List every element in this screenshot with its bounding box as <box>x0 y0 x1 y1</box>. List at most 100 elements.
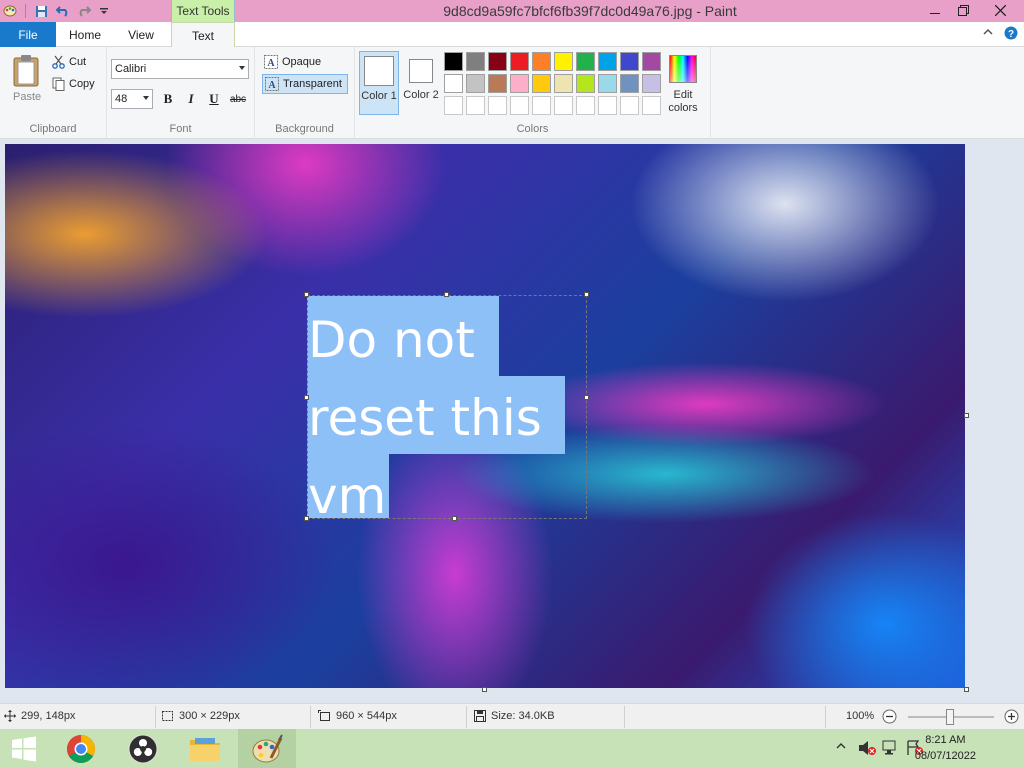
palette-swatch[interactable] <box>444 74 463 93</box>
selection-handle[interactable] <box>304 292 309 297</box>
transparent-option[interactable]: A Transparent <box>262 74 348 94</box>
selection-handle[interactable] <box>584 395 589 400</box>
palette-swatch[interactable] <box>598 74 617 93</box>
customize-quick-access-icon[interactable] <box>96 3 112 19</box>
palette-swatch[interactable] <box>466 52 485 71</box>
taskbar-paint[interactable] <box>238 729 296 768</box>
edit-colors-button[interactable]: Edit colors <box>665 53 705 117</box>
text-selection-box[interactable] <box>307 295 587 519</box>
palette-swatch[interactable] <box>488 52 507 71</box>
file-size-value: Size: 34.0KB <box>491 710 555 722</box>
custom-color-slot[interactable] <box>532 96 551 115</box>
palette-swatch[interactable] <box>554 74 573 93</box>
color2-button[interactable]: Color 2 <box>403 51 439 115</box>
selection-handle[interactable] <box>304 395 309 400</box>
image-size-icon <box>318 710 330 721</box>
zoom-slider-thumb[interactable] <box>946 709 954 725</box>
restore-button[interactable] <box>948 0 978 20</box>
palette-swatch[interactable] <box>642 52 661 71</box>
palette-swatch[interactable] <box>554 52 573 71</box>
custom-color-slot[interactable] <box>598 96 617 115</box>
taskbar-chrome[interactable] <box>52 729 110 768</box>
taskbar-file-explorer[interactable] <box>176 729 234 768</box>
tab-view[interactable]: View <box>116 22 166 47</box>
collapse-ribbon-icon[interactable] <box>982 26 994 43</box>
font-family-dropdown[interactable]: Calibri <box>111 59 249 79</box>
taskbar-clock[interactable]: 8:21 AM 08/07/12022 <box>915 732 976 764</box>
palette-swatch[interactable] <box>642 74 661 93</box>
show-hidden-icons-chevron[interactable] <box>836 740 846 754</box>
network-icon[interactable] <box>882 740 900 759</box>
palette-swatch[interactable] <box>620 52 639 71</box>
palette-swatch[interactable] <box>532 52 551 71</box>
canvas-resize-handle[interactable] <box>964 687 969 692</box>
color1-button[interactable]: Color 1 <box>359 51 399 115</box>
canvas-resize-handle[interactable] <box>964 413 969 418</box>
start-button[interactable] <box>0 729 48 768</box>
taskbar-obs[interactable] <box>114 729 172 768</box>
palette-swatch[interactable] <box>576 74 595 93</box>
palette-swatch[interactable] <box>576 52 595 71</box>
selection-size-value: 300 × 229px <box>179 710 240 722</box>
edit-colors-label: Edit colors <box>668 89 698 114</box>
cut-button[interactable]: Cut <box>52 53 102 71</box>
tab-text[interactable]: Text <box>171 22 235 48</box>
bold-button[interactable]: B <box>158 89 178 109</box>
italic-button[interactable]: I <box>181 89 201 109</box>
selection-handle[interactable] <box>584 292 589 297</box>
custom-color-slot[interactable] <box>554 96 573 115</box>
zoom-level: 100% <box>846 710 875 722</box>
palette-swatch[interactable] <box>510 74 529 93</box>
zoom-out-button[interactable] <box>882 709 897 727</box>
paint-app-icon[interactable] <box>2 3 18 19</box>
chevron-down-icon <box>239 66 245 70</box>
chrome-icon <box>67 734 95 763</box>
undo-icon[interactable] <box>55 3 71 19</box>
custom-color-slot[interactable] <box>620 96 639 115</box>
redo-icon[interactable] <box>76 3 92 19</box>
underline-button[interactable]: U <box>204 89 224 109</box>
window-title: 9d8cd9a59fc7bfcf6fb39f7dc0d49a76.jpg - P… <box>443 3 737 19</box>
help-icon[interactable]: ? <box>1004 26 1018 43</box>
copy-button[interactable]: Copy <box>52 75 102 93</box>
selection-handle[interactable] <box>452 516 457 521</box>
custom-color-slot[interactable] <box>488 96 507 115</box>
custom-color-slot[interactable] <box>576 96 595 115</box>
strikethrough-button[interactable]: abc <box>228 89 248 109</box>
tab-home[interactable]: Home <box>60 22 110 47</box>
opaque-option[interactable]: A Opaque <box>262 52 348 72</box>
font-family-value: Calibri <box>115 63 147 75</box>
paste-button[interactable]: Paste <box>8 53 46 109</box>
image-size: 960 × 544px <box>318 710 397 722</box>
font-size-dropdown[interactable]: 48 <box>111 89 153 109</box>
palette-swatch[interactable] <box>620 74 639 93</box>
selection-size: 300 × 229px <box>161 710 240 722</box>
tab-file[interactable]: File <box>0 22 56 47</box>
palette-swatch[interactable] <box>598 52 617 71</box>
canvas-workspace: Do not reset this vm <box>0 139 1024 703</box>
canvas-resize-handle[interactable] <box>482 687 487 692</box>
palette-swatch[interactable] <box>444 52 463 71</box>
minimize-button[interactable] <box>920 0 950 20</box>
selection-handle[interactable] <box>304 516 309 521</box>
custom-color-slot[interactable] <box>444 96 463 115</box>
custom-color-slot[interactable] <box>642 96 661 115</box>
quick-access-separator <box>25 4 26 18</box>
copy-icon <box>52 77 65 91</box>
color2-swatch <box>409 59 433 83</box>
font-group-label: Font <box>169 123 192 135</box>
save-icon[interactable] <box>33 3 49 19</box>
selection-handle[interactable] <box>444 292 449 297</box>
custom-color-slot[interactable] <box>466 96 485 115</box>
volume-muted-icon[interactable] <box>858 740 876 759</box>
zoom-in-button[interactable] <box>1004 709 1019 727</box>
custom-color-slot[interactable] <box>510 96 529 115</box>
close-button[interactable] <box>985 0 1015 20</box>
title-bar: Text Tools 9d8cd9a59fc7bfcf6fb39f7dc0d49… <box>0 0 1024 22</box>
svg-text:?: ? <box>1008 29 1014 40</box>
palette-swatch[interactable] <box>488 74 507 93</box>
palette-swatch[interactable] <box>510 52 529 71</box>
palette-swatch[interactable] <box>466 74 485 93</box>
palette-swatch[interactable] <box>532 74 551 93</box>
copy-label: Copy <box>69 78 95 90</box>
